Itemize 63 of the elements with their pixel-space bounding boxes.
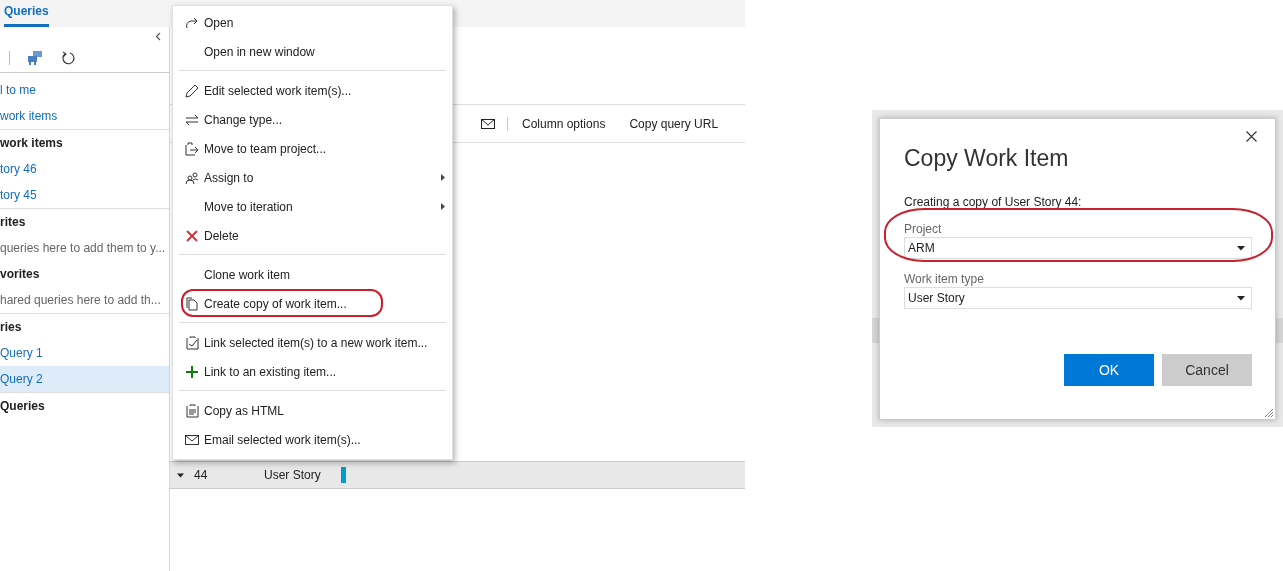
menu-item[interactable]: Copy as HTML [173, 396, 452, 425]
clipboard-arrow-icon [185, 141, 199, 156]
document-icon [186, 296, 198, 311]
hint-text: queries here to add them to y... [0, 240, 167, 257]
dropdown-field[interactable]: User Story [904, 287, 1252, 309]
submenu-arrow-icon [441, 174, 445, 181]
mail-icon [185, 434, 199, 445]
clipboard-icon [185, 403, 199, 418]
menu-item[interactable]: Move to team project... [173, 134, 452, 163]
cancel-button[interactable]: Cancel [1162, 354, 1252, 386]
refresh-icon[interactable] [61, 50, 76, 66]
chevron-left-icon[interactable] [155, 32, 161, 41]
query-item[interactable]: l to me [0, 77, 169, 103]
type-cell-text: User Story [264, 468, 322, 482]
plus-icon [186, 365, 198, 378]
menu-item[interactable]: Create copy of work item... [173, 289, 452, 318]
mail-icon[interactable] [481, 118, 495, 129]
menu-item[interactable]: Link to an existing item... [173, 357, 452, 386]
menu-item[interactable]: Change type... [173, 105, 452, 134]
ok-button[interactable]: OK [1064, 354, 1154, 386]
menu-item[interactable]: Edit selected work item(s)... [173, 76, 452, 105]
menu-item[interactable]: Assign to [173, 163, 452, 192]
id-cell-text: 44 [194, 468, 209, 482]
section-header: rites [0, 214, 27, 231]
section-header: work items [0, 135, 64, 152]
caret-icon [1237, 245, 1245, 251]
menu-item[interactable]: Email selected work item(s)... [173, 425, 452, 454]
section-header: vorites [0, 266, 41, 283]
query-item[interactable]: Query 2 [0, 366, 169, 392]
caret-icon [1237, 295, 1245, 301]
menu-item[interactable]: Delete [173, 221, 452, 250]
queries-tab[interactable]: Queries [4, 0, 49, 27]
toolbar-button[interactable]: Copy query URL [629, 116, 719, 131]
field-label: Project [904, 222, 943, 237]
section-header: ries [0, 319, 23, 336]
dialog-description: Creating a copy of User Story 44: [904, 195, 1083, 209]
query-item[interactable]: work items [0, 103, 169, 129]
hint-text: hared queries here to add th... [0, 292, 162, 309]
dropdown-field[interactable]: ARM [904, 237, 1252, 259]
caret-icon[interactable] [177, 471, 184, 479]
close-icon[interactable] [1246, 131, 1257, 142]
result-row[interactable]: 44 User Story [170, 461, 745, 489]
field-label: Work item type [904, 272, 985, 287]
submenu-arrow-icon [441, 203, 445, 210]
dialog-title: Copy Work Item [904, 144, 1070, 173]
board-icon[interactable] [27, 50, 43, 66]
menu-item[interactable]: Open [173, 8, 452, 37]
people-icon [185, 170, 199, 185]
query-item[interactable]: tory 46 [0, 156, 169, 182]
clipboard-check-icon [185, 335, 199, 350]
menu-item[interactable]: Link selected item(s) to a new work item... [173, 328, 452, 357]
query-item[interactable]: Query 1 [0, 340, 169, 366]
menu-item[interactable]: Clone work item [173, 260, 452, 289]
resize-grip-icon[interactable] [1264, 408, 1273, 417]
section-header: Queries [0, 398, 46, 415]
pencil-icon [185, 83, 199, 98]
menu-item[interactable]: Move to iteration [173, 192, 452, 221]
toolbar-button[interactable]: Column options [522, 116, 606, 131]
menu-item[interactable]: Open in new window [173, 37, 452, 66]
redo-arrow-icon [185, 16, 199, 29]
query-item[interactable]: tory 45 [0, 182, 169, 208]
swap-arrows-icon [185, 113, 199, 126]
delete-icon [186, 229, 198, 242]
